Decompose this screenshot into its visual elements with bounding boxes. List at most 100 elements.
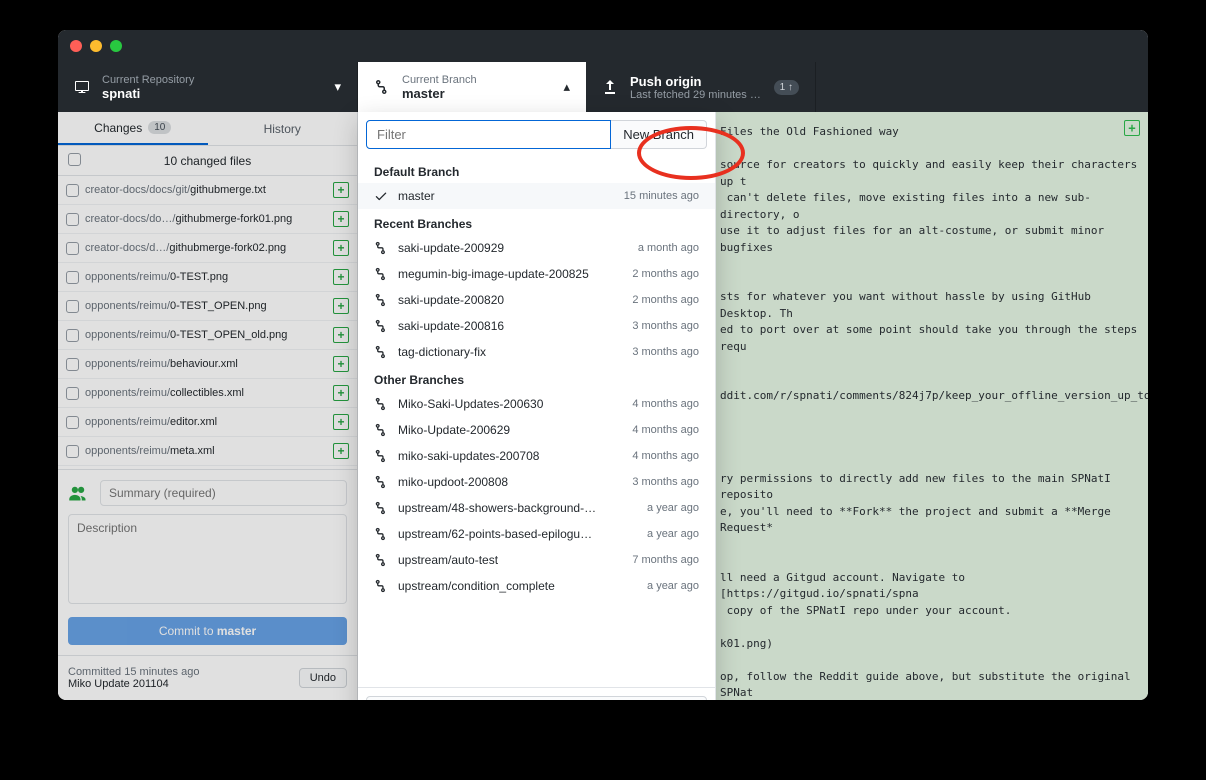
commit-description-input[interactable] [68, 514, 347, 604]
push-origin-button[interactable]: Push origin Last fetched 29 minutes … 1 … [586, 62, 816, 112]
branch-item[interactable]: upstream/condition_completea year ago [358, 573, 715, 599]
repo-value: spnati [102, 86, 194, 101]
file-checkbox[interactable] [66, 387, 79, 400]
branch-filter-input[interactable] [366, 120, 611, 149]
file-row[interactable]: opponents/reimu/meta.xml + [58, 437, 357, 466]
branch-label: Current Branch [402, 74, 477, 86]
add-status-icon: + [333, 211, 349, 227]
maximize-window[interactable] [110, 40, 122, 52]
push-label: Push origin [630, 74, 761, 89]
branch-item[interactable]: Miko-Update-2006294 months ago [358, 417, 715, 443]
branch-name: upstream/auto-test [398, 553, 622, 567]
file-checkbox[interactable] [66, 445, 79, 458]
file-path: opponents/reimu/0-TEST.png [85, 271, 327, 283]
branch-time: a month ago [638, 242, 699, 254]
branch-time: 2 months ago [632, 294, 699, 306]
file-path: creator-docs/d…/githubmerge-fork02.png [85, 242, 327, 254]
current-branch-selector[interactable]: Current Branch master ▴ [358, 62, 586, 112]
file-path: opponents/reimu/collectibles.xml [85, 387, 327, 399]
branch-item[interactable]: upstream/48-showers-background-…a year a… [358, 495, 715, 521]
branch-item-default[interactable]: master 15 minutes ago [358, 183, 715, 209]
branch-name: saki-update-200929 [398, 241, 628, 255]
branch-item[interactable]: saki-update-2008163 months ago [358, 313, 715, 339]
new-branch-button[interactable]: New Branch [611, 120, 707, 149]
branch-item[interactable]: miko-saki-updates-2007084 months ago [358, 443, 715, 469]
minimize-window[interactable] [90, 40, 102, 52]
file-checkbox[interactable] [66, 271, 79, 284]
file-checkbox[interactable] [66, 184, 79, 197]
file-row[interactable]: creator-docs/d…/githubmerge-fork02.png+ [58, 234, 357, 263]
branch-name: saki-update-200816 [398, 319, 622, 333]
branch-item[interactable]: upstream/62-points-based-epilogu…a year … [358, 521, 715, 547]
file-path: opponents/reimu/0-TEST_OPEN_old.png [85, 329, 327, 341]
sidebar-tabs: Changes 10 History [58, 112, 357, 146]
undo-button[interactable]: Undo [299, 668, 347, 688]
sidebar: Changes 10 History 10 changed files crea… [58, 112, 358, 700]
coauthor-avatars[interactable] [68, 483, 94, 503]
current-repository-selector[interactable]: Current Repository spnati ▾ [58, 62, 358, 112]
close-window[interactable] [70, 40, 82, 52]
branch-icon [374, 423, 388, 437]
file-row[interactable]: opponents/reimu/behaviour.xml + [58, 350, 357, 379]
push-count-badge: 1 ↑ [774, 80, 799, 95]
file-checkbox[interactable] [66, 416, 79, 429]
branch-icon [374, 293, 388, 307]
add-status-icon: + [333, 356, 349, 372]
branch-item[interactable]: saki-update-2008202 months ago [358, 287, 715, 313]
add-status-icon: + [333, 443, 349, 459]
branch-list[interactable]: Default Branch master 15 minutes ago Rec… [358, 157, 715, 687]
branch-item[interactable]: Miko-Saki-Updates-2006304 months ago [358, 391, 715, 417]
add-status-icon: + [333, 182, 349, 198]
tab-changes[interactable]: Changes 10 [58, 112, 208, 145]
file-row[interactable]: opponents/reimu/collectibles.xml + [58, 379, 357, 408]
file-list: creator-docs/docs/git/githubmerge.txt+cr… [58, 176, 357, 466]
file-checkbox[interactable] [66, 242, 79, 255]
branch-item[interactable]: tag-dictionary-fix3 months ago [358, 339, 715, 365]
select-all-checkbox[interactable] [68, 153, 81, 169]
add-status-icon: + [333, 327, 349, 343]
branch-icon [374, 79, 390, 95]
branch-item[interactable]: upstream/auto-test7 months ago [358, 547, 715, 573]
file-row[interactable]: opponents/reimu/editor.xml+ [58, 408, 357, 437]
file-path: opponents/reimu/behaviour.xml [85, 358, 327, 370]
branch-time: 3 months ago [632, 476, 699, 488]
branch-icon [374, 319, 388, 333]
branch-item[interactable]: miko-updoot-2008083 months ago [358, 469, 715, 495]
repo-label: Current Repository [102, 74, 194, 86]
file-row[interactable]: creator-docs/docs/git/githubmerge.txt+ [58, 176, 357, 205]
last-commit-row: Committed 15 minutes ago Miko Update 201… [58, 655, 357, 700]
file-row[interactable]: opponents/reimu/0-TEST.png + [58, 263, 357, 292]
branch-item[interactable]: megumin-big-image-update-2008252 months … [358, 261, 715, 287]
branch-item[interactable]: saki-update-200929 a month ago [358, 235, 715, 261]
file-checkbox[interactable] [66, 329, 79, 342]
check-icon [374, 189, 388, 203]
file-row[interactable]: creator-docs/do…/githubmerge-fork01.png+ [58, 205, 357, 234]
merge-into-button[interactable]: Choose a branch to merge into master [366, 696, 707, 700]
branch-name: tag-dictionary-fix [398, 345, 622, 359]
branch-icon [374, 501, 388, 515]
file-row[interactable]: opponents/reimu/0-TEST_OPEN_old.png + [58, 321, 357, 350]
branch-name: master [398, 189, 614, 203]
tab-history[interactable]: History [208, 112, 358, 145]
branch-time: a year ago [647, 528, 699, 540]
commit-summary-input[interactable] [100, 480, 347, 506]
file-path: opponents/reimu/0-TEST_OPEN.png [85, 300, 327, 312]
add-status-icon: + [333, 385, 349, 401]
file-row[interactable]: opponents/reimu/0-TEST_OPEN.png+ [58, 292, 357, 321]
branch-icon [374, 397, 388, 411]
tab-history-label: History [264, 122, 301, 136]
commit-button[interactable]: Commit to master [68, 617, 347, 645]
file-checkbox[interactable] [66, 358, 79, 371]
branch-icon [374, 345, 388, 359]
branch-name: upstream/condition_complete [398, 579, 637, 593]
add-status-icon: + [333, 269, 349, 285]
changes-summary-row: 10 changed files [58, 146, 357, 176]
branch-icon [374, 449, 388, 463]
branch-icon [374, 267, 388, 281]
file-checkbox[interactable] [66, 300, 79, 313]
file-path: opponents/reimu/meta.xml [85, 445, 327, 457]
branch-name: Miko-Saki-Updates-200630 [398, 397, 622, 411]
file-checkbox[interactable] [66, 213, 79, 226]
chevron-up-icon: ▴ [563, 79, 570, 95]
branch-icon [374, 475, 388, 489]
